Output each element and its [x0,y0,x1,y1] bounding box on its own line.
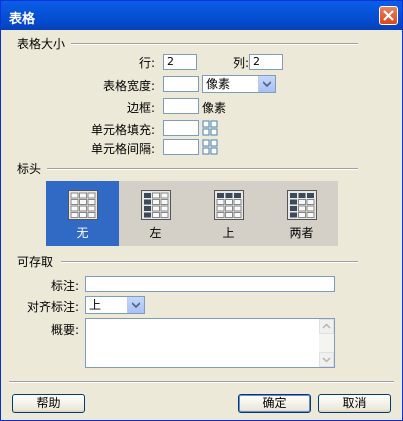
header-option-left[interactable]: 左 [119,181,192,246]
header-options: 无 左 上 两者 [46,181,338,246]
summary-scrollbar[interactable] [319,319,334,367]
table-no-header-icon [68,190,98,220]
cell-padding-input[interactable] [163,120,199,136]
header-option-both-label: 两者 [289,226,314,240]
caption-input[interactable] [85,276,335,292]
rows-input[interactable]: 2 [163,54,197,70]
align-caption-label: 对齐标注: [26,300,79,314]
header-option-none-label: 无 [76,226,89,240]
close-button[interactable] [379,6,398,25]
cell-spacing-icon [202,139,218,155]
cols-label: 列: [232,56,249,70]
header-option-left-label: 左 [149,226,162,240]
help-button[interactable]: 帮助 [12,394,85,413]
header-group-title: 标头 [17,162,42,176]
table-both-headers-icon [287,190,317,220]
table-size-group-title: 表格大小 [17,37,66,51]
table-width-input[interactable] [163,76,199,92]
table-width-label: 表格宽度: [102,79,155,93]
align-caption-value: 上 [89,298,102,312]
border-unit-label: 像素 [202,101,227,115]
scroll-down-button[interactable] [319,352,334,367]
width-unit-select[interactable]: 像素 [202,75,276,93]
align-caption-dropdown-button[interactable] [127,297,144,313]
dialog-title: 表格 [9,12,36,27]
chevron-down-icon [263,81,271,87]
header-option-top[interactable]: 上 [192,181,265,246]
summary-label: 概要: [50,323,79,337]
header-option-top-label: 上 [222,226,235,240]
button-divider [9,381,394,383]
chevron-down-icon [132,302,140,308]
cell-padding-label: 单元格填充: [90,123,155,137]
scroll-up-button[interactable] [319,319,334,334]
accessibility-group-title: 可存取 [17,255,54,269]
chevron-up-icon [322,323,331,329]
summary-textarea[interactable] [85,318,335,368]
align-caption-select[interactable]: 上 [85,296,145,314]
cell-spacing-input[interactable] [163,139,199,155]
rows-label: 行: [138,56,155,70]
group-divider [61,261,358,263]
cancel-button[interactable]: 取消 [318,394,391,413]
border-label: 边框: [126,101,155,115]
header-option-both[interactable]: 两者 [265,181,338,246]
header-option-none[interactable]: 无 [46,181,119,246]
close-icon [383,10,394,21]
group-divider [47,168,358,170]
table-top-header-icon [214,190,244,220]
table-left-header-icon [141,190,171,220]
table-dialog: 表格 表格大小 行: 2 列: 2 表格宽度: 像素 边框: 像素 单元格填充:… [0,0,403,421]
cols-input[interactable]: 2 [249,54,283,70]
width-unit-value: 像素 [206,77,231,91]
cell-padding-icon [202,120,218,136]
cell-spacing-label: 单元格间隔: [90,142,155,156]
width-unit-dropdown-button[interactable] [258,76,275,92]
ok-button[interactable]: 确定 [238,394,311,413]
border-input[interactable] [163,98,199,114]
title-bar[interactable]: 表格 [1,1,402,30]
caption-label: 标注: [50,279,79,293]
chevron-down-icon [322,357,331,363]
group-divider [71,43,358,45]
